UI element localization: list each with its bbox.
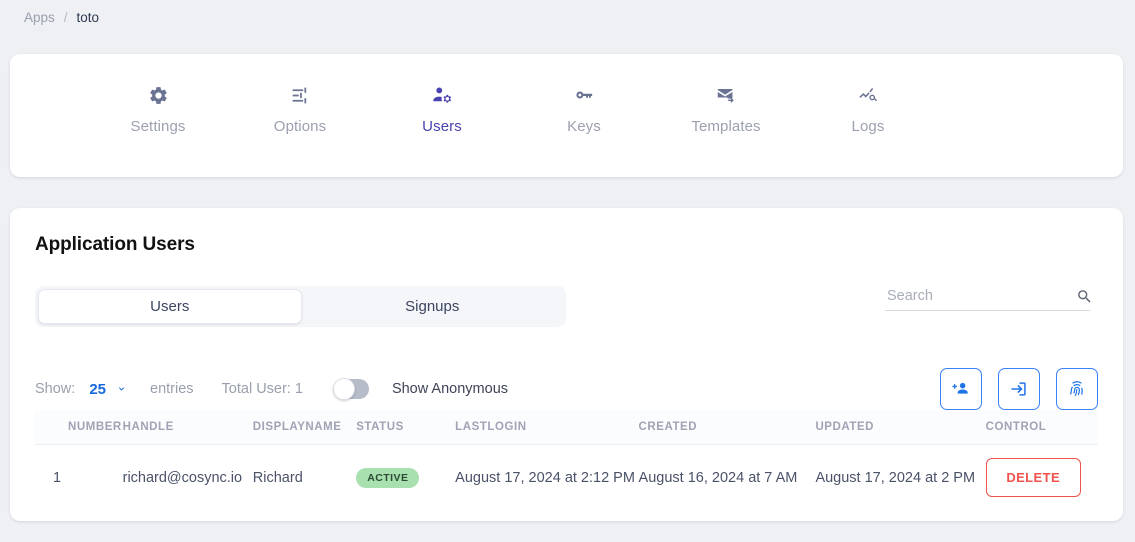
application-users-card: Application Users Users Signups Show: 25… <box>10 208 1123 521</box>
users-signups-segmented-control: Users Signups <box>35 286 566 327</box>
cell-status: ACTIVE <box>356 445 455 511</box>
tab-users-label: Users <box>422 118 462 135</box>
login-arrow-icon <box>1009 379 1029 399</box>
show-label: Show: <box>35 381 76 397</box>
show-anonymous-label: Show Anonymous <box>391 381 509 397</box>
breadcrumb-separator: / <box>63 10 68 25</box>
tab-settings-label: Settings <box>130 118 186 135</box>
column-header-displayname[interactable]: DISPLAYNAME <box>252 410 357 445</box>
segment-signups[interactable]: Signups <box>302 289 564 324</box>
fingerprint-button[interactable] <box>1056 368 1098 410</box>
cell-updated: August 17, 2024 at 2 PM <box>815 469 976 486</box>
column-header-lastlogin[interactable]: LASTLOGIN <box>455 410 639 445</box>
table-action-buttons <box>940 368 1098 410</box>
segment-users[interactable]: Users <box>38 289 302 324</box>
page-title: Application Users <box>35 234 195 255</box>
cell-control: DELETE <box>985 445 1098 511</box>
page-size-value[interactable]: 25 <box>89 381 106 398</box>
tab-keys[interactable]: Keys <box>513 82 655 135</box>
tab-logs[interactable]: Logs <box>797 82 939 135</box>
key-icon <box>573 82 595 108</box>
tab-options[interactable]: Options <box>229 82 371 135</box>
column-header-created[interactable]: CREATED <box>638 410 816 445</box>
users-table: NUMBER HANDLE DISPLAYNAME STATUS LASTLOG… <box>35 410 1098 510</box>
delete-button[interactable]: DELETE <box>985 458 1081 497</box>
tab-users[interactable]: Users <box>371 82 513 135</box>
users-table-head: NUMBER HANDLE DISPLAYNAME STATUS LASTLOG… <box>35 410 1098 445</box>
analytics-icon <box>857 82 879 108</box>
cell-displayname: Richard <box>252 469 303 486</box>
status-badge: ACTIVE <box>356 467 420 488</box>
envelope-send-icon <box>715 82 737 108</box>
cell-created: August 16, 2024 at 7 AM <box>638 469 798 486</box>
tab-settings[interactable]: Settings <box>87 82 229 135</box>
add-user-button[interactable] <box>940 368 982 410</box>
tab-logs-label: Logs <box>851 118 885 135</box>
breadcrumb-current: toto <box>76 10 100 25</box>
chevron-down-icon[interactable] <box>115 383 128 396</box>
tab-keys-label: Keys <box>567 118 601 135</box>
cell-lastlogin: August 17, 2024 at 2:12 PM <box>455 469 635 486</box>
toggle-knob <box>332 378 355 400</box>
cell-number: 1 <box>53 469 62 486</box>
user-settings-icon <box>431 82 453 108</box>
entries-label: entries <box>150 381 194 397</box>
cell-handle: richard@cosync.io <box>122 469 243 486</box>
table-row: 1 richard@cosync.io Richard ACTIVE Augus… <box>35 445 1098 511</box>
users-table-body: 1 richard@cosync.io Richard ACTIVE Augus… <box>35 445 1098 511</box>
tab-templates-label: Templates <box>691 118 761 135</box>
login-user-button[interactable] <box>998 368 1040 410</box>
table-controls-row: Show: 25 entries Total User: 1 Show Anon… <box>35 374 508 404</box>
breadcrumb-apps-link[interactable]: Apps <box>24 10 55 25</box>
show-anonymous-toggle[interactable] <box>332 378 369 400</box>
tab-options-label: Options <box>273 118 327 135</box>
column-header-number[interactable]: NUMBER <box>35 410 123 445</box>
gear-icon <box>148 82 169 108</box>
column-header-status[interactable]: STATUS <box>356 410 456 445</box>
total-user-count: Total User: 1 <box>221 381 303 397</box>
column-header-control[interactable]: CONTROL <box>985 410 1098 445</box>
column-header-handle[interactable]: HANDLE <box>122 410 253 445</box>
search-input[interactable] <box>885 287 1076 305</box>
breadcrumb: Apps / toto <box>24 10 99 25</box>
tabs-card: Settings Options Users Keys Templates Lo… <box>10 54 1123 177</box>
search-field <box>885 287 1093 311</box>
fingerprint-icon <box>1067 379 1087 399</box>
column-header-updated[interactable]: UPDATED <box>815 410 986 445</box>
tab-templates[interactable]: Templates <box>655 82 797 135</box>
table-header-row: NUMBER HANDLE DISPLAYNAME STATUS LASTLOG… <box>35 410 1098 445</box>
person-add-icon <box>951 379 971 399</box>
tab-strip: Settings Options Users Keys Templates Lo… <box>10 54 1123 135</box>
search-icon[interactable] <box>1076 288 1093 305</box>
sliders-icon <box>290 82 311 108</box>
